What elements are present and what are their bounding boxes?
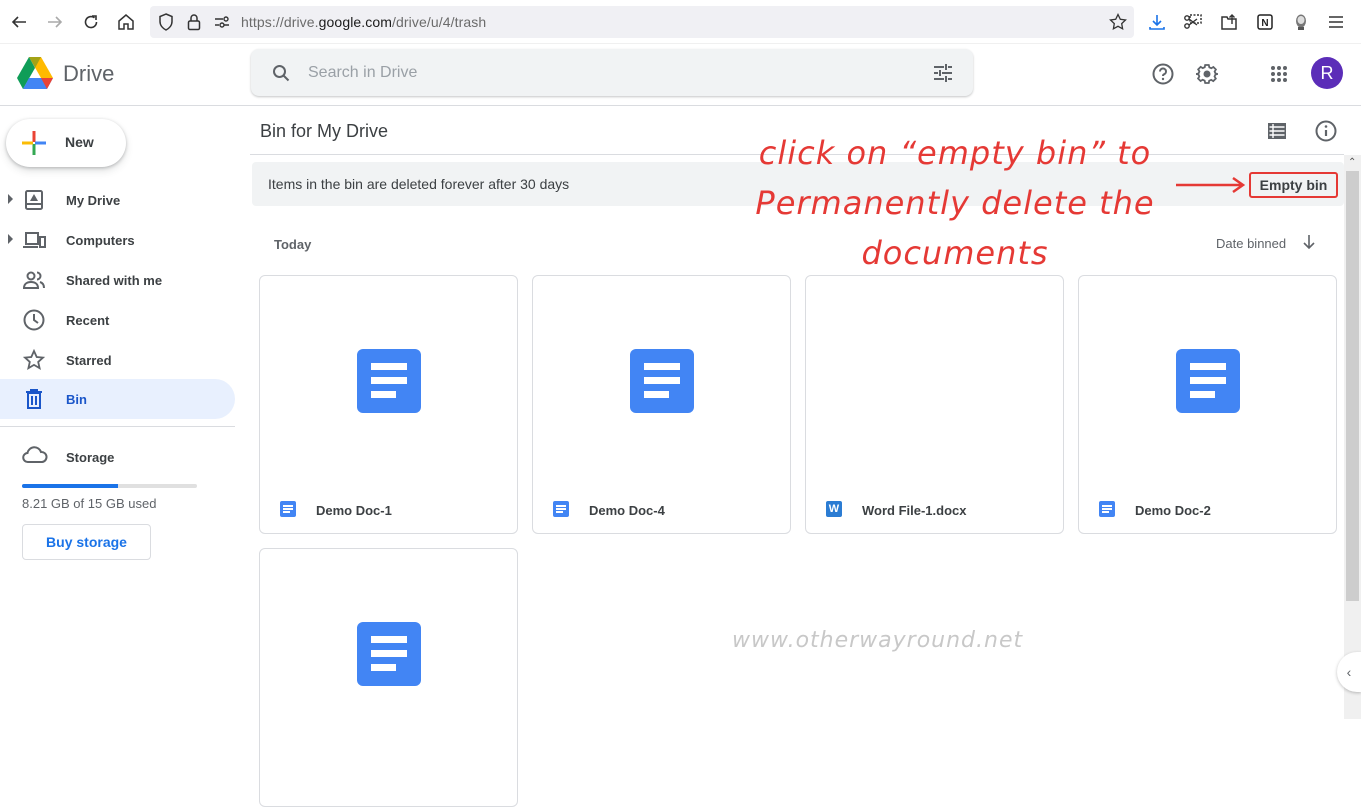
sidebar-item-shared-with-me[interactable]: Shared with me <box>0 260 235 300</box>
doc-thumbnail-icon <box>1176 349 1240 413</box>
computers-icon <box>22 228 46 252</box>
download-icon[interactable] <box>1145 10 1169 34</box>
word-file-icon: W <box>826 501 842 517</box>
list-view-icon[interactable] <box>1266 120 1288 142</box>
file-card[interactable]: W Word File-1.docx <box>805 275 1064 534</box>
sidebar-item-label: Computers <box>66 233 135 248</box>
expand-caret-icon[interactable] <box>8 194 13 204</box>
url-prefix: https://drive. <box>241 14 319 30</box>
google-doc-icon <box>1099 501 1115 517</box>
info-icon[interactable] <box>1314 119 1338 143</box>
back-icon[interactable] <box>7 10 31 34</box>
shield-icon[interactable] <box>156 12 176 32</box>
home-icon[interactable] <box>114 10 138 34</box>
svg-text:N: N <box>1261 18 1268 29</box>
notion-icon[interactable]: N <box>1253 10 1277 34</box>
url-domain: google.com <box>318 14 393 30</box>
annotation-arrow-icon <box>1175 176 1247 199</box>
cloud-icon <box>22 446 48 469</box>
sidebar: New My Drive Computers Shared with me Re… <box>0 106 250 719</box>
star-icon <box>22 348 46 372</box>
storage-label[interactable]: Storage <box>66 450 114 465</box>
doc-thumbnail-icon <box>357 349 421 413</box>
annotation-line: documents <box>861 234 1049 272</box>
file-card[interactable]: Demo Doc-2 <box>1078 275 1337 534</box>
sidebar-item-recent[interactable]: Recent <box>0 300 235 340</box>
google-doc-icon <box>280 501 296 517</box>
bookmark-star-icon[interactable] <box>1108 12 1128 32</box>
browser-toolbar: https://drive.google.com/drive/u/4/trash… <box>0 0 1361 44</box>
scrollbar[interactable]: ⌃ <box>1344 155 1361 719</box>
sidebar-item-label: Starred <box>66 353 112 368</box>
plus-icon <box>22 131 46 160</box>
settings-gear-icon[interactable] <box>1194 61 1220 87</box>
search-input[interactable]: Search in Drive <box>251 49 973 96</box>
sort-label[interactable]: Date binned <box>1216 236 1286 251</box>
help-icon[interactable] <box>1150 61 1176 87</box>
google-doc-icon <box>553 501 569 517</box>
sidebar-item-label: Bin <box>66 392 87 407</box>
url-path: /drive/u/4/trash <box>392 14 487 30</box>
my-drive-icon <box>22 188 46 212</box>
new-button-label: New <box>65 134 94 150</box>
storage-progress-bar <box>22 484 197 488</box>
sidebar-item-label: Shared with me <box>66 273 163 288</box>
watermark: www.otherwayround.net <box>732 628 1024 653</box>
annotation-line: Permanently delete the <box>755 184 1155 222</box>
doc-thumbnail-icon <box>357 622 421 686</box>
sidebar-item-label: My Drive <box>66 193 121 208</box>
storage-usage-text: 8.21 GB of 15 GB used <box>22 496 157 511</box>
trash-icon <box>22 387 46 411</box>
profile-icon[interactable] <box>1289 10 1313 34</box>
banner-text: Items in the bin are deleted forever aft… <box>268 176 570 192</box>
app-header: Drive Search in Drive R <box>0 44 1361 106</box>
expand-caret-icon[interactable] <box>8 234 13 244</box>
sidebar-item-computers[interactable]: Computers <box>0 220 235 260</box>
permissions-icon[interactable] <box>212 12 232 32</box>
file-name: Demo Doc-2 <box>1135 503 1211 518</box>
tutorial-annotation: click on “empty bin” to Permanently dele… <box>725 128 1185 278</box>
share-icon[interactable] <box>1217 10 1241 34</box>
menu-icon[interactable] <box>1324 10 1348 34</box>
page-title: Bin for My Drive <box>260 121 389 141</box>
new-button[interactable]: New <box>6 119 126 167</box>
address-bar[interactable]: https://drive.google.com/drive/u/4/trash <box>150 6 1134 38</box>
sidebar-item-label: Recent <box>66 313 110 328</box>
sidebar-item-bin[interactable]: Bin <box>0 379 235 419</box>
scroll-up-icon[interactable]: ⌃ <box>1348 157 1356 168</box>
forward-icon[interactable] <box>43 10 67 34</box>
section-label: Today <box>274 237 312 252</box>
sidebar-item-my-drive[interactable]: My Drive <box>0 180 235 220</box>
search-placeholder: Search in Drive <box>308 64 418 81</box>
scrollbar-thumb[interactable] <box>1346 171 1359 601</box>
file-name: Word File-1.docx <box>862 503 967 518</box>
file-card[interactable] <box>259 548 518 807</box>
file-card[interactable]: Demo Doc-1 <box>259 275 518 534</box>
lock-icon[interactable] <box>184 12 204 32</box>
chevron-left-icon: ‹ <box>1346 664 1352 680</box>
url-text[interactable]: https://drive.google.com/drive/u/4/trash <box>241 14 486 30</box>
file-name: Demo Doc-4 <box>589 503 665 518</box>
doc-thumbnail-icon <box>630 349 694 413</box>
reload-icon[interactable] <box>79 10 103 34</box>
clock-icon <box>22 308 46 332</box>
account-avatar[interactable]: R <box>1311 57 1343 89</box>
annotation-line: click on “empty bin” to <box>758 134 1152 172</box>
sidebar-item-starred[interactable]: Starred <box>0 340 235 380</box>
storage-progress-fill <box>22 484 118 488</box>
sidebar-divider <box>0 426 235 427</box>
search-icon[interactable] <box>269 61 293 85</box>
sort-direction-icon[interactable] <box>1302 234 1316 255</box>
screenshot-icon[interactable] <box>1181 10 1205 34</box>
apps-grid-icon[interactable] <box>1266 61 1292 87</box>
drive-logo-icon[interactable] <box>16 56 54 95</box>
buy-storage-button[interactable]: Buy storage <box>22 524 151 560</box>
shared-icon <box>22 268 46 292</box>
app-name: Drive <box>63 61 115 86</box>
empty-bin-button[interactable]: Empty bin <box>1249 172 1338 198</box>
file-name: Demo Doc-1 <box>316 503 392 518</box>
search-options-icon[interactable] <box>931 61 955 85</box>
file-card[interactable]: Demo Doc-4 <box>532 275 791 534</box>
